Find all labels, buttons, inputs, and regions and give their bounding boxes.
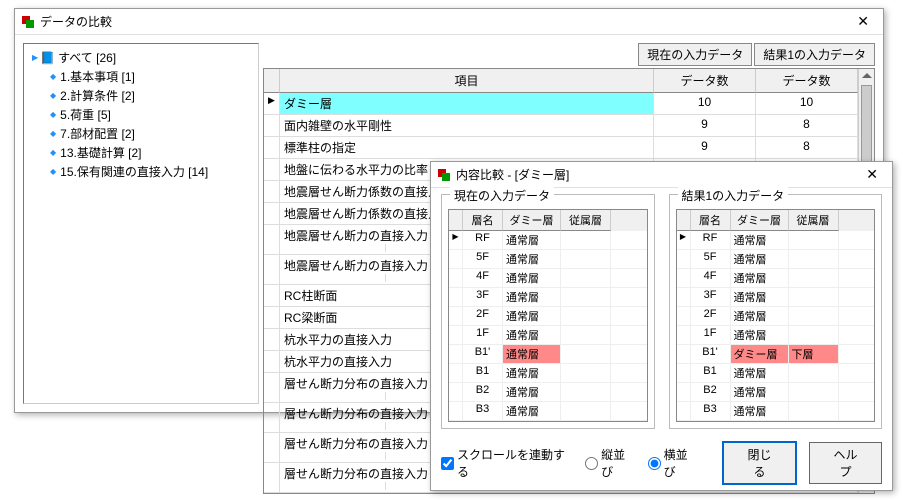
- app-icon: [437, 168, 451, 182]
- tree-item[interactable]: 15.保有関連の直接入力 [14]: [28, 162, 254, 181]
- layout-horizontal-radio[interactable]: 横並び: [648, 446, 699, 480]
- table-row[interactable]: 4F通常層: [677, 269, 875, 288]
- table-row[interactable]: B1通常層: [449, 364, 647, 383]
- table-row[interactable]: B3通常層: [449, 402, 647, 421]
- compare-close-icon[interactable]: ✕: [858, 166, 886, 183]
- compare-window: 内容比較 - [ダミー層] ✕ 現在の入力データ 層名 ダミー層 従属層 ▶RF…: [430, 161, 893, 491]
- close-button[interactable]: 閉じる: [722, 441, 797, 485]
- table-row[interactable]: 3F通常層: [449, 288, 647, 307]
- compare-content: 現在の入力データ 層名 ダミー層 従属層 ▶RF通常層5F通常層4F通常層3F通…: [431, 188, 892, 493]
- table-row[interactable]: B1'ダミー層下層: [677, 345, 875, 364]
- legend-current: 現在の入力データ: [450, 187, 554, 204]
- col-item[interactable]: 項目: [280, 69, 654, 93]
- table-row[interactable]: B2通常層: [449, 383, 647, 402]
- table-row[interactable]: 5F通常層: [677, 250, 875, 269]
- legend-result1: 結果1の入力データ: [678, 187, 789, 204]
- table-row[interactable]: B2通常層: [677, 383, 875, 402]
- main-close-icon[interactable]: ✕: [849, 13, 877, 30]
- table-row[interactable]: 5F通常層: [449, 250, 647, 269]
- tree-item[interactable]: 13.基礎計算 [2]: [28, 143, 254, 162]
- compare-titlebar: 内容比較 - [ダミー層] ✕: [431, 162, 892, 188]
- main-title: データの比較: [40, 13, 849, 30]
- table-row[interactable]: ▶ダミー層1010: [264, 93, 858, 115]
- tree-item[interactable]: 1.基本事項 [1]: [28, 67, 254, 86]
- fieldset-current: 現在の入力データ 層名 ダミー層 従属層 ▶RF通常層5F通常層4F通常層3F通…: [441, 194, 655, 429]
- main-titlebar: データの比較 ✕: [15, 9, 883, 35]
- scroll-sync-checkbox[interactable]: スクロールを連動する: [441, 446, 573, 480]
- header-result1-data[interactable]: 結果1の入力データ: [754, 43, 875, 66]
- book-icon: 📘: [40, 51, 55, 65]
- app-icon: [21, 15, 35, 29]
- table-row[interactable]: 3F通常層: [677, 288, 875, 307]
- table-row[interactable]: 面内雑壁の水平剛性98: [264, 115, 858, 137]
- table-row[interactable]: 4F通常層: [449, 269, 647, 288]
- table-row[interactable]: B1'通常層: [449, 345, 647, 364]
- compare-title: 内容比較 - [ダミー層]: [456, 166, 858, 183]
- table-row[interactable]: ▶RF通常層: [677, 231, 875, 250]
- right-header: 現在の入力データ 結果1の入力データ: [263, 43, 875, 68]
- table-row[interactable]: B1通常層: [677, 364, 875, 383]
- table-row[interactable]: 2F通常層: [449, 307, 647, 326]
- table-row[interactable]: 2F通常層: [677, 307, 875, 326]
- tree-item[interactable]: 2.計算条件 [2]: [28, 86, 254, 105]
- mini-grid-left[interactable]: 層名 ダミー層 従属層 ▶RF通常層5F通常層4F通常層3F通常層2F通常層1F…: [448, 209, 648, 422]
- table-row[interactable]: 標準柱の指定98: [264, 137, 858, 159]
- bottom-bar: スクロールを連動する 縦並び 横並び 閉じる ヘルプ: [441, 441, 882, 485]
- table-row[interactable]: B3通常層: [677, 402, 875, 421]
- fieldset-result1: 結果1の入力データ 層名 ダミー層 従属層 ▶RF通常層5F通常層4F通常層3F…: [669, 194, 883, 429]
- col-count1[interactable]: データ数: [654, 69, 756, 93]
- header-current-data[interactable]: 現在の入力データ: [638, 43, 752, 66]
- help-button[interactable]: ヘルプ: [809, 442, 882, 484]
- table-row[interactable]: ▶RF通常層: [449, 231, 647, 250]
- tree-item[interactable]: 7.部材配置 [2]: [28, 124, 254, 143]
- tree-root[interactable]: 📘すべて [26]: [28, 48, 254, 67]
- layout-vertical-radio[interactable]: 縦並び: [585, 446, 636, 480]
- col-count2[interactable]: データ数: [756, 69, 858, 93]
- mini-grid-right[interactable]: 層名 ダミー層 従属層 ▶RF通常層5F通常層4F通常層3F通常層2F通常層1F…: [676, 209, 876, 422]
- table-row[interactable]: 1F通常層: [677, 326, 875, 345]
- tree-item[interactable]: 5.荷重 [5]: [28, 105, 254, 124]
- table-row[interactable]: 1F通常層: [449, 326, 647, 345]
- grid-header: 項目 データ数 データ数: [264, 69, 858, 93]
- tree-panel[interactable]: 📘すべて [26] 1.基本事項 [1]2.計算条件 [2]5.荷重 [5]7.…: [23, 43, 259, 404]
